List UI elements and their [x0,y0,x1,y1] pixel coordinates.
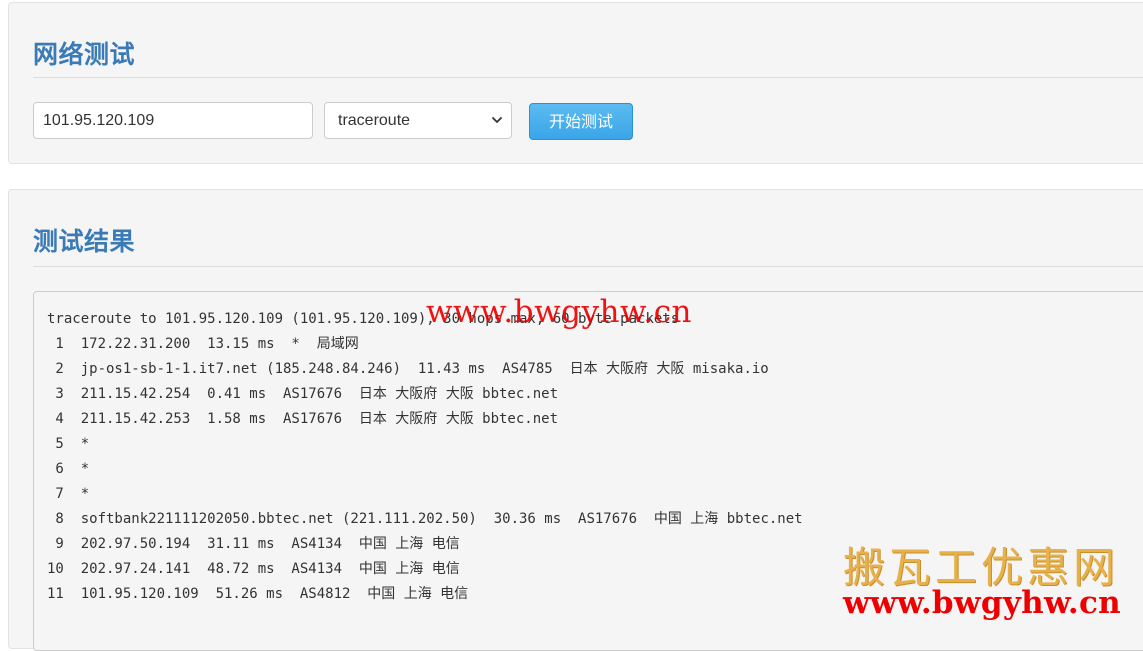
test-mode-select[interactable]: traceroute [324,102,512,139]
test-mode-selected-value: traceroute [338,112,411,129]
output-line: 1 172.22.31.200 13.15 ms * 局域网 [47,336,359,352]
output-line: 2 jp-os1-sb-1-1.it7.net (185.248.84.246)… [47,361,769,377]
network-test-title: 网络测试 [33,40,136,69]
output-line: 4 211.15.42.253 1.58 ms AS17676 日本 大阪府 大… [47,411,559,427]
output-line: 7 * [47,486,90,502]
watermark-url-top: www.bwgyhw.cn [426,294,693,330]
title-divider [33,77,1143,78]
network-test-panel: 网络测试 traceroute 开始测试 [8,2,1143,164]
output-line: 5 * [47,436,90,452]
test-result-title: 测试结果 [33,227,136,256]
output-line: 8 softbank221111202050.bbtec.net (221.11… [47,511,803,527]
output-line: 6 * [47,461,90,477]
watermark-url-bottom: www.bwgyhw.cn [843,585,1121,621]
ip-address-input[interactable] [33,102,313,139]
start-test-button[interactable]: 开始测试 [529,103,633,140]
chevron-down-icon [492,117,502,123]
output-line: 3 211.15.42.254 0.41 ms AS17676 日本 大阪府 大… [47,386,559,402]
title-divider [33,266,1143,267]
